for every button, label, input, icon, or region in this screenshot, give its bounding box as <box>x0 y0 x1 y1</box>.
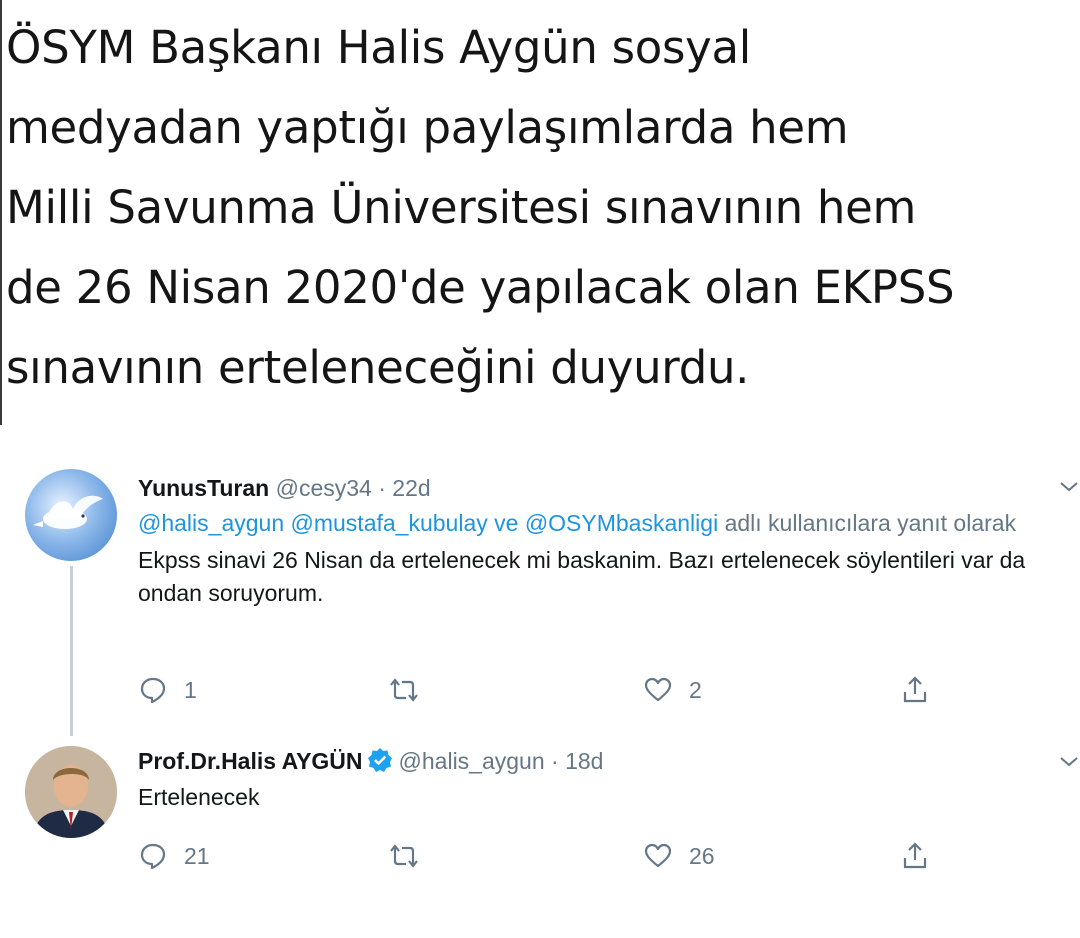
mention-link[interactable]: @mustafa_kubulay <box>291 510 488 536</box>
avatar[interactable] <box>25 746 117 838</box>
tweet-header: Prof.Dr.Halis AYGÜN @halis_aygun · 18d <box>138 745 1068 777</box>
reply-suffix: adlı kullanıcılara yanıt olarak <box>724 510 1017 536</box>
retweet-button[interactable] <box>388 672 436 708</box>
separator-dot: · <box>378 475 386 501</box>
share-arrow-icon <box>903 842 927 869</box>
mention-connector: ve <box>494 510 519 536</box>
like-count: 2 <box>689 676 702 703</box>
tweet-time[interactable]: 22d <box>392 475 430 501</box>
reply-count: 1 <box>184 676 197 703</box>
like-button[interactable]: 26 <box>643 838 715 874</box>
tweet-actions: 1 2 <box>138 672 938 708</box>
like-button[interactable]: 2 <box>643 672 702 708</box>
speech-bubble-icon <box>140 843 166 870</box>
mention-link[interactable]: @OSYMbaskanligi <box>525 510 718 536</box>
reply-button[interactable]: 1 <box>138 672 197 708</box>
like-count: 26 <box>689 842 715 869</box>
avatar[interactable] <box>25 469 117 561</box>
author-handle[interactable]: @halis_aygun <box>399 748 545 774</box>
thread-connector-line <box>70 566 73 736</box>
tweet-actions: 21 26 <box>138 838 938 874</box>
man-in-suit-icon <box>25 746 117 838</box>
left-edge-rule <box>0 0 2 425</box>
reply-button[interactable]: 21 <box>138 838 210 874</box>
retweet-button[interactable] <box>388 838 436 874</box>
chevron-down-icon[interactable] <box>1058 475 1080 497</box>
share-button[interactable] <box>900 672 930 708</box>
tweet-question: YunusTuran @cesy34 · 22d @halis_aygun @m… <box>138 472 1068 610</box>
tweet-thread-screenshot: YunusTuran @cesy34 · 22d @halis_aygun @m… <box>0 440 1080 938</box>
tweet-answer: Prof.Dr.Halis AYGÜN @halis_aygun · 18d E… <box>138 745 1068 814</box>
share-button[interactable] <box>900 838 930 874</box>
dove-icon <box>33 495 103 529</box>
author-name[interactable]: Prof.Dr.Halis AYGÜN <box>138 748 363 774</box>
retweet-arrows-icon <box>390 844 418 868</box>
tweet-text: Ertelenecek <box>138 784 260 810</box>
speech-bubble-icon <box>140 677 166 704</box>
news-headline: ÖSYM Başkanı Halis Aygün sosyal medyadan… <box>6 21 955 394</box>
tweet-time[interactable]: 18d <box>565 748 603 774</box>
heart-icon <box>644 843 672 868</box>
reply-count: 21 <box>184 842 210 869</box>
tweet-header: YunusTuran @cesy34 · 22d <box>138 472 1068 504</box>
chevron-down-icon[interactable] <box>1058 750 1080 772</box>
retweet-arrows-icon <box>390 678 418 702</box>
replying-to: @halis_aygun @mustafa_kubulay ve @OSYMba… <box>138 507 1038 540</box>
tweet-text: Ekpss sinavi 26 Nisan da ertelenecek mi … <box>138 547 1026 606</box>
mention-link[interactable]: @halis_aygun <box>138 510 284 536</box>
separator-dot: · <box>551 748 559 774</box>
verified-badge-icon <box>367 748 392 772</box>
heart-icon <box>644 677 672 702</box>
author-name[interactable]: YunusTuran <box>138 475 269 501</box>
share-arrow-icon <box>903 676 927 703</box>
author-handle[interactable]: @cesy34 <box>276 475 372 501</box>
